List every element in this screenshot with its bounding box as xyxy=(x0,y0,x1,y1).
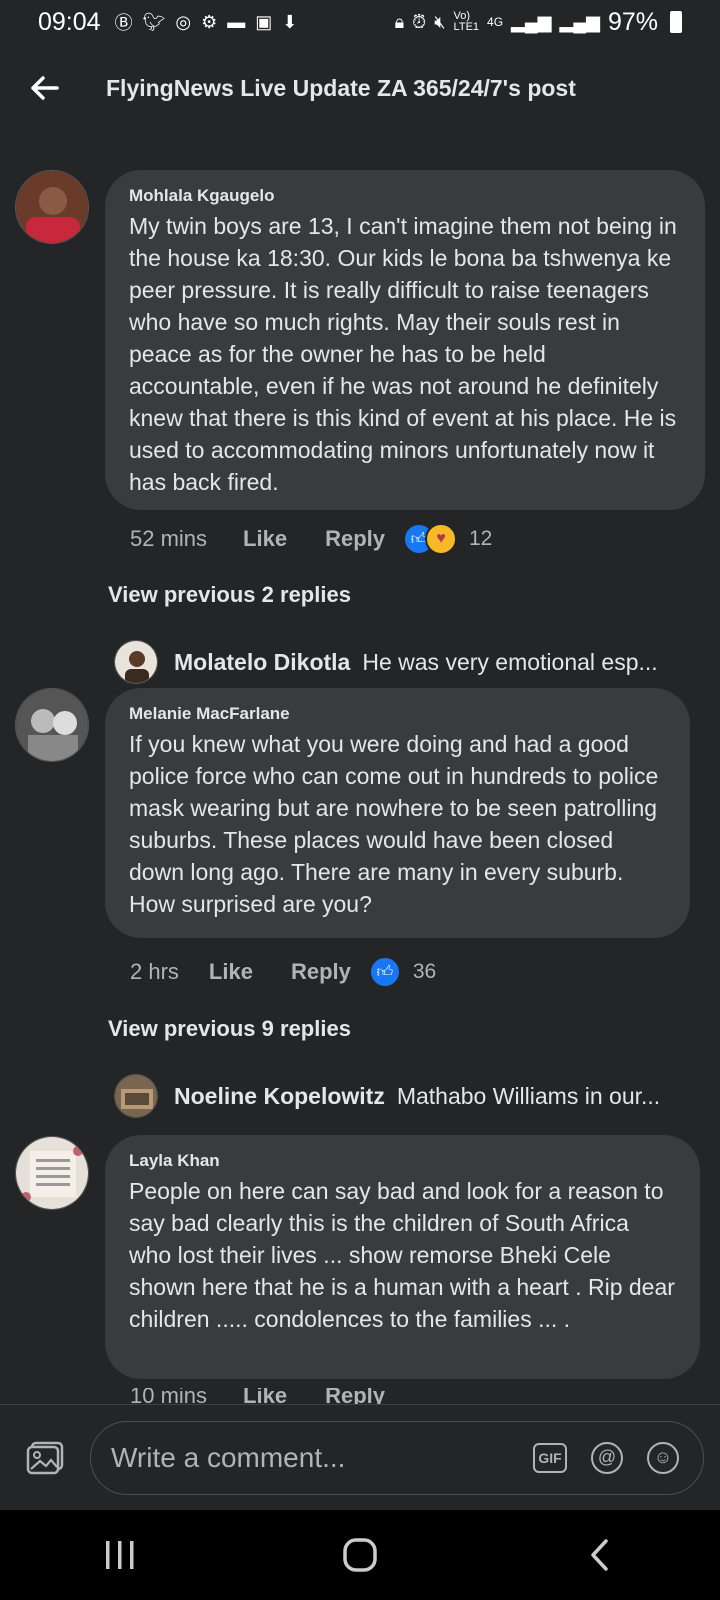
comment-bubble: Mohlala Kgaugelo My twin boys are 13, I … xyxy=(105,170,705,510)
comment-input[interactable] xyxy=(111,1441,533,1474)
signal-icon: ▂▄▆ xyxy=(559,11,600,32)
comment-bubble: Layla Khan People on here can say bad an… xyxy=(105,1135,700,1379)
android-nav-bar xyxy=(0,1510,720,1600)
gear-icon: ⚙ xyxy=(201,11,218,32)
comment-time: 10 mins xyxy=(130,1388,208,1404)
reply-author[interactable]: Noeline Kopelowitz xyxy=(174,1083,385,1110)
mute-icon: 🔇︎ xyxy=(434,11,446,32)
download-icon: ⬇ xyxy=(282,11,298,32)
battery-level: 97% xyxy=(607,7,658,36)
comment-actions: 10 mins Like Reply xyxy=(130,1388,423,1404)
like-button[interactable]: Like xyxy=(243,1388,287,1404)
b-icon: Ⓑ xyxy=(114,13,133,33)
twitter-icon: 🐦︎ xyxy=(142,11,166,32)
reaction-count: 36 xyxy=(412,960,437,983)
view-previous-replies[interactable]: View previous 2 replies xyxy=(108,582,351,608)
back-nav-button[interactable] xyxy=(560,1525,640,1585)
back-arrow-icon xyxy=(31,76,59,100)
comment-author[interactable]: Mohlala Kgaugelo xyxy=(129,186,681,206)
4g-icon: 4G xyxy=(487,15,504,29)
comment-time: 52 mins xyxy=(130,526,208,551)
like-reaction-icon: 👍︎ xyxy=(368,956,401,988)
reactions[interactable]: 👍︎ ♥ xyxy=(403,523,457,555)
comment-composer: GIF @ ☺ xyxy=(0,1404,720,1510)
lock-icon: 🔒︎ xyxy=(394,11,405,32)
reaction-count: 12 xyxy=(469,527,493,550)
comment-actions: 2 hrs Like Reply 👍︎ 36 xyxy=(130,955,436,989)
battery-icon xyxy=(670,11,682,33)
page-title: FlyingNews Live Update ZA 365/24/7's pos… xyxy=(106,74,576,101)
emoji-icon[interactable]: ☺ xyxy=(647,1441,679,1474)
comment-text: If you knew what you were doing and had … xyxy=(129,731,659,917)
chrome-icon: ◎ xyxy=(175,11,192,32)
volte-icon: Vo) LTE1 xyxy=(453,10,480,33)
reply-text: He was very emotional esp... xyxy=(362,648,658,675)
avatar[interactable] xyxy=(114,640,158,684)
reply-author[interactable]: Molatelo Dikotla xyxy=(174,649,350,676)
app-header: FlyingNews Live Update ZA 365/24/7's pos… xyxy=(0,44,720,132)
reply-preview[interactable]: Noeline Kopelowitz Mathabo Williams in o… xyxy=(114,1074,660,1118)
comment-actions: 52 mins Like Reply 👍︎ ♥ 12 xyxy=(130,522,492,556)
recent-apps-icon xyxy=(106,1541,134,1569)
like-button[interactable]: Like xyxy=(243,526,287,552)
view-previous-replies[interactable]: View previous 9 replies xyxy=(108,1016,351,1042)
photo-button[interactable] xyxy=(0,1441,90,1475)
image-icon: ▣ xyxy=(255,11,273,32)
status-bar: 09:04 Ⓑ 🐦︎ ◎ ⚙ ▬ ▣ ⬇ 🔒︎ ⏰︎ 🔇︎ Vo) LTE1 4G… xyxy=(0,0,720,44)
comment-bubble: Melanie MacFarlane If you knew what you … xyxy=(105,688,690,938)
photo-icon xyxy=(26,1441,64,1474)
back-button[interactable] xyxy=(0,44,90,132)
avatar[interactable] xyxy=(15,170,89,244)
car-icon: ▬ xyxy=(227,11,246,32)
reply-preview[interactable]: Molatelo Dikotla He was very emotional e… xyxy=(114,640,658,684)
avatar[interactable] xyxy=(114,1074,158,1118)
avatar[interactable] xyxy=(15,688,89,762)
status-time: 09:04 xyxy=(38,7,101,36)
reply-button[interactable]: Reply xyxy=(291,959,351,985)
mention-icon[interactable]: @ xyxy=(591,1441,623,1474)
alarm-icon: ⏰︎ xyxy=(412,11,427,32)
like-button[interactable]: Like xyxy=(209,959,253,985)
recent-apps-button[interactable] xyxy=(80,1525,160,1585)
home-button[interactable] xyxy=(320,1525,400,1585)
gif-button[interactable]: GIF xyxy=(533,1442,567,1473)
reply-text: Mathabo Williams in our... xyxy=(396,1082,661,1109)
reply-button[interactable]: Reply xyxy=(325,1388,385,1404)
comment-text: My twin boys are 13, I can't imagine the… xyxy=(129,213,677,495)
comment-author[interactable]: Melanie MacFarlane xyxy=(129,704,666,724)
care-reaction-icon: ♥ xyxy=(425,523,457,555)
comment-author[interactable]: Layla Khan xyxy=(129,1151,676,1171)
comment-input-wrapper: GIF @ ☺ xyxy=(90,1420,704,1495)
avatar[interactable] xyxy=(15,1136,89,1210)
comment-text: People on here can say bad and look for … xyxy=(129,1178,675,1332)
signal-icon: ▂▄▆ xyxy=(511,11,552,32)
reply-button[interactable]: Reply xyxy=(325,526,385,552)
reactions[interactable]: 👍︎ xyxy=(368,956,401,988)
home-icon xyxy=(343,1538,377,1572)
chevron-left-icon xyxy=(591,1539,608,1571)
comment-time: 2 hrs xyxy=(130,959,179,984)
